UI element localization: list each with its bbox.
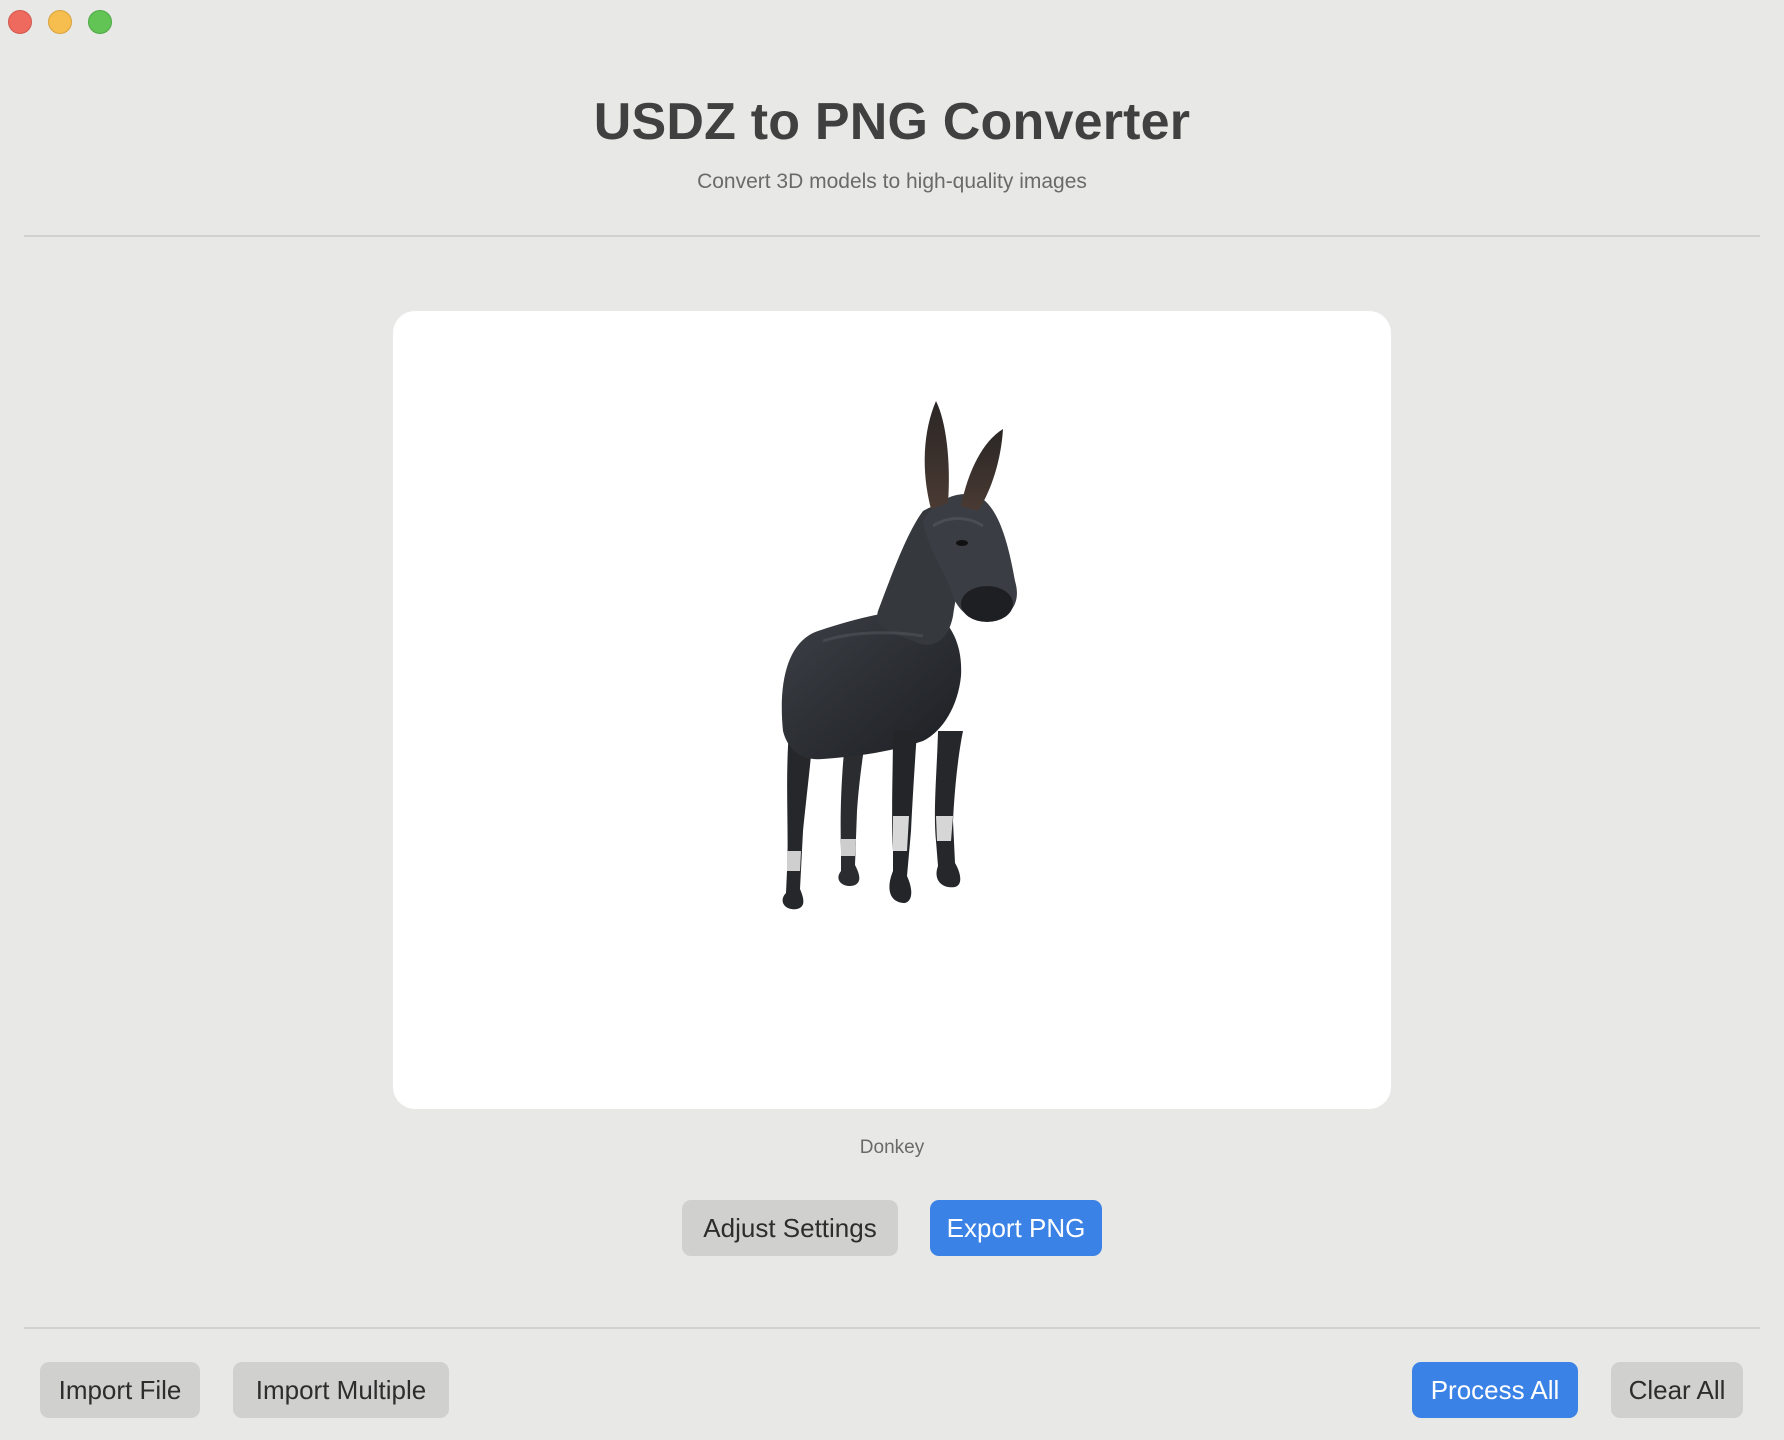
donkey-model-image (781, 401, 1017, 910)
minimize-window-button[interactable] (48, 10, 72, 34)
close-window-button[interactable] (8, 10, 32, 34)
export-png-button[interactable]: Export PNG (930, 1200, 1102, 1256)
window-controls (8, 10, 112, 34)
model-name-label: Donkey (859, 1137, 925, 1158)
page-title: USDZ to PNG Converter (593, 93, 1191, 151)
import-file-button[interactable]: Import File (40, 1362, 200, 1418)
model-preview (393, 311, 1391, 1109)
footer-divider (24, 1327, 1760, 1329)
zoom-window-button[interactable] (88, 10, 112, 34)
header-divider (24, 235, 1760, 237)
import-multiple-button[interactable]: Import Multiple (233, 1362, 449, 1418)
app-window: USDZ to PNG Converter Convert 3D models … (0, 0, 1784, 1440)
process-all-button[interactable]: Process All (1412, 1362, 1578, 1418)
clear-all-button[interactable]: Clear All (1611, 1362, 1743, 1418)
adjust-settings-button[interactable]: Adjust Settings (682, 1200, 898, 1256)
page-subtitle: Convert 3D models to high-quality images (697, 170, 1087, 193)
